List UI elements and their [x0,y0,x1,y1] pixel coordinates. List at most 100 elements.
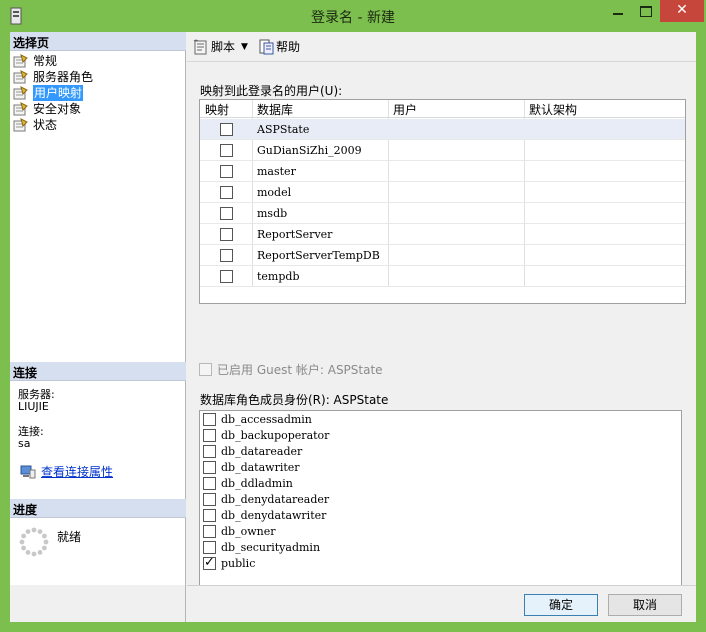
left-bottom-area [10,585,186,622]
script-icon [193,39,207,54]
table-row[interactable]: tempdb [200,266,685,287]
list-item[interactable]: db_ddladmin [203,475,293,491]
ok-button[interactable]: 确定 [524,594,598,616]
guest-enabled-label: 已启用 Guest 帐户: ASPState [217,363,383,377]
list-item[interactable]: public [203,555,255,571]
button-bar: 确定 取消 [187,585,696,622]
database-name: ASPState [257,123,310,136]
database-name: GuDianSiZhi_2009 [257,144,362,157]
select-page-header: 选择页 [10,32,186,51]
page-item[interactable]: 常规 [13,53,93,69]
role-checkbox[interactable] [203,428,216,442]
role-checkbox[interactable] [203,412,216,426]
table-row[interactable]: GuDianSiZhi_2009 [200,140,685,161]
map-checkbox[interactable] [220,249,233,262]
help-label: 帮助 [275,40,300,54]
list-item[interactable]: db_securityadmin [203,539,320,555]
progress-status: 就绪 [57,530,82,544]
server-value: LIUJIE [18,400,49,413]
minimize-button[interactable] [604,0,632,22]
map-checkbox[interactable] [220,186,233,199]
table-row[interactable]: ReportServerTempDB [200,245,685,266]
role-name: db_ddladmin [221,476,293,490]
role-name: db_securityadmin [221,540,321,554]
roles-label: 数据库角色成员身份(R): ASPState [200,393,389,407]
script-label: 脚本 [211,40,236,54]
role-checkbox[interactable] [203,540,216,554]
page-item-label: 安全对象 [33,102,82,116]
role-checkbox[interactable] [203,524,216,538]
database-name: msdb [257,207,288,220]
server-info: 服务器: LIUJIE [18,389,55,413]
title-bar[interactable]: 登录名 - 新建 ✕ [0,0,706,32]
map-checkbox[interactable] [220,207,233,220]
page-item[interactable]: 服务器角色 [13,69,93,85]
list-item[interactable]: db_backupoperator [203,427,329,443]
col-header-user[interactable]: 用户 [393,101,417,118]
page-icon [13,86,28,100]
help-icon [259,39,274,54]
right-pane: 映射到此登录名的用户(U): 映射 数据库 用户 默认架构 ASPState Gu… [187,63,696,604]
connection-header: 连接 [10,362,186,381]
database-name: ReportServerTempDB [257,249,380,262]
table-row[interactable]: msdb [200,203,685,224]
role-checkbox[interactable] [203,476,216,490]
page-item-label: 用户映射 [33,85,84,101]
view-connection-properties-link[interactable]: 查看连接属性 [41,463,113,480]
chevron-down-icon[interactable]: ▼ [241,42,248,52]
page-icon [13,102,28,116]
role-checkbox[interactable] [203,555,216,570]
page-item-label: 服务器角色 [33,70,94,84]
table-row[interactable]: ReportServer [200,224,685,245]
table-row[interactable]: model [200,182,685,203]
role-checkbox[interactable] [203,444,216,458]
table-row[interactable]: ASPState [200,119,685,140]
col-header-database[interactable]: 数据库 [257,101,293,118]
role-checkbox[interactable] [203,508,216,522]
view-connection-properties[interactable]: 查看连接属性 [20,463,113,480]
list-item[interactable]: db_accessadmin [203,411,312,427]
page-list: 常规 服务器角色 用户映射 安全对象 状态 [13,53,93,133]
left-pane: 选择页 常规 服务器角色 用户映射 安全对象 状态 连接 服务器: LIUJIE 连接:… [10,32,186,585]
database-name: ReportServer [257,228,333,241]
toolbar: 脚本 ▼ 帮助 [187,32,696,62]
guest-enabled-checkbox [199,363,212,376]
map-checkbox[interactable] [220,165,233,178]
table-row[interactable]: master [200,161,685,182]
role-checkbox[interactable] [203,460,216,474]
list-item[interactable]: db_owner [203,523,275,539]
role-name: db_owner [221,524,276,538]
database-name: master [257,165,296,178]
list-item[interactable]: db_datawriter [203,459,300,475]
progress-spinner-icon [19,527,49,557]
close-button[interactable]: ✕ [660,0,704,22]
page-icon [13,118,28,132]
help-button[interactable]: 帮助 [258,38,300,55]
map-checkbox[interactable] [220,270,233,283]
database-name: tempdb [257,270,300,283]
progress-header: 进度 [10,499,186,518]
connection-value: sa [18,437,31,450]
list-item[interactable]: db_denydatawriter [203,507,326,523]
list-item[interactable]: db_datareader [203,443,302,459]
cancel-button[interactable]: 取消 [608,594,682,616]
map-checkbox[interactable] [220,144,233,157]
guest-enabled-row: 已启用 Guest 帐户: ASPState [199,361,383,378]
page-item[interactable]: 状态 [13,117,93,133]
map-checkbox[interactable] [220,228,233,241]
maximize-button[interactable] [632,0,660,22]
script-button[interactable]: 脚本 ▼ [193,38,248,55]
role-membership-list[interactable]: db_accessadmin db_backupoperator db_datare… [199,410,682,604]
page-item[interactable]: 用户映射 [13,85,93,101]
col-header-default-schema[interactable]: 默认架构 [529,101,577,118]
role-name: db_accessadmin [221,412,312,426]
map-checkbox[interactable] [220,123,233,136]
role-name: db_datareader [221,444,303,458]
window-title: 登录名 - 新建 [311,10,395,26]
list-item[interactable]: db_denydatareader [203,491,329,507]
col-header-map[interactable]: 映射 [205,101,229,118]
page-item[interactable]: 安全对象 [13,101,93,117]
role-name: public [221,556,256,570]
role-name: db_backupoperator [221,428,330,442]
role-checkbox[interactable] [203,492,216,506]
